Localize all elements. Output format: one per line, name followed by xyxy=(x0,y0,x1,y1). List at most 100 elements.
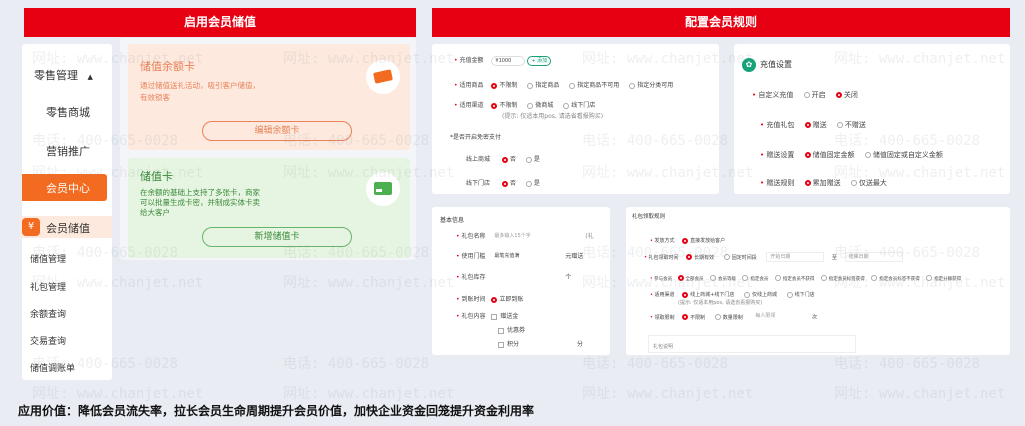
content-option-points[interactable]: 积分 分 xyxy=(498,339,583,350)
menu-item-retail-mall[interactable]: 零售商城 xyxy=(46,104,90,120)
free-pay-label: *是否开启免密支付 xyxy=(450,134,502,141)
section-member-storage[interactable]: ¥ 会员储值 xyxy=(20,216,112,238)
watermark-url: 网址: www.chanjet.net xyxy=(283,386,455,402)
gift-channel-both[interactable]: 线上商城+线下门店 xyxy=(682,291,734,298)
menu-group-label: 零售管理 xyxy=(34,69,78,82)
watermark-phone: 电话: 400-665-0028 xyxy=(582,356,729,372)
watermark-phone: 电话: 400-665-0028 xyxy=(32,245,179,261)
add-amount-button[interactable]: + 添加 xyxy=(527,55,552,66)
amount-row: • 充值金额 ¥1000 + 添加 xyxy=(454,55,552,66)
watermark-url: 网址: www.chanjet.net xyxy=(834,51,1006,67)
watermark-url: 网址: www.chanjet.net xyxy=(32,386,204,402)
watermark-url: 网址: www.chanjet.net xyxy=(283,51,455,67)
points-input[interactable] xyxy=(520,339,575,350)
gift-setting-row: • 赠送设置 储值固定金额 储值固定或自定义金额 xyxy=(760,151,943,159)
custom-row: • 自定义充值 开启 关闭 xyxy=(752,91,858,99)
watermark-url: 网址: www.chanjet.net xyxy=(32,51,204,67)
stored-card-desc: 在余额的基础上支持了多张卡，商家 可以批量生成卡密，并制成实体卡卖 给大客户 xyxy=(140,188,260,217)
gift-rules-title: 礼包领取规则 xyxy=(632,214,666,220)
gift-option-give[interactable]: 赠送 xyxy=(804,121,827,129)
sub-item-transaction-query[interactable]: 交易查询 xyxy=(30,334,66,347)
watermark-url: 网址: www.chanjet.net xyxy=(834,275,1006,291)
watermark-url: 网址: www.chanjet.net xyxy=(283,275,455,291)
goods-row: • 适用商品 不限制 指定商品 指定商品不可用 指定分类可用 xyxy=(454,82,674,89)
start-date-input[interactable]: 开始日期 xyxy=(766,252,825,262)
watermark-phone: 电话: 400-665-0028 xyxy=(582,245,729,261)
gift-channel-online[interactable]: 仅线上商城 xyxy=(743,291,777,298)
online-row: 线上商城 否 是 xyxy=(466,156,540,163)
member-option-excluded[interactable]: 指定会员不获得 xyxy=(774,275,814,282)
channel-option-store[interactable]: 线下门店 xyxy=(563,102,595,109)
channel-tip: (提示: 仅适本用pos, 请选省看报购买) xyxy=(502,113,604,120)
offline-option-no[interactable]: 否 xyxy=(501,180,516,187)
watermark-url: 网址: www.chanjet.net xyxy=(283,165,455,181)
gift-name-input[interactable]: 最多输入15个字 xyxy=(491,231,584,242)
watermark-url: 网址: www.chanjet.net xyxy=(582,275,754,291)
menu-item-label: 会员中心 xyxy=(46,182,90,195)
name-row: • 礼包名称 最多输入15个字 (礼 xyxy=(456,231,594,242)
goods-option-category[interactable]: 指定分类可用 xyxy=(629,82,673,89)
limit-input[interactable]: 每人限领 xyxy=(752,312,811,322)
watermark-url: 网址: www.chanjet.net xyxy=(32,275,204,291)
menu-group-retail[interactable]: 零售管理 ▲ xyxy=(34,67,93,83)
amount-chip[interactable]: ¥1000 xyxy=(491,55,526,66)
watermark-url: 网址: www.chanjet.net xyxy=(582,51,754,67)
channel-option-mall[interactable]: 微商城 xyxy=(527,102,553,109)
watermark-phone: 电话: 400-665-0028 xyxy=(283,245,430,261)
sub-item-balance-query[interactable]: 余额查询 xyxy=(30,307,66,320)
watermark-phone: 电话: 400-665-0028 xyxy=(32,356,179,372)
gift-desc-textarea[interactable]: 礼包说明 xyxy=(648,335,856,353)
watermark-phone: 电话: 400-665-0028 xyxy=(834,245,981,261)
custom-option-on[interactable]: 开启 xyxy=(803,91,826,99)
content-option-cash[interactable]: 赠送金 xyxy=(491,313,518,320)
watermark-url: 网址: www.chanjet.net xyxy=(582,165,754,181)
gift-option-none[interactable]: 不赠送 xyxy=(836,121,866,129)
goods-option-excluded[interactable]: 指定商品不可用 xyxy=(569,82,619,89)
stock-input[interactable] xyxy=(491,272,564,283)
limit-option-qty[interactable]: 数量限制 xyxy=(714,314,743,321)
watermark-url: 网址: www.chanjet.net xyxy=(834,386,1006,402)
watermark-phone: 电话: 400-665-0028 xyxy=(32,133,179,149)
threshold-row: • 使用门槛 最笔充值满 元赠送 xyxy=(456,251,584,262)
limit-row: • 领取限制 不限制 数量限制 每人限领 次 xyxy=(650,312,817,322)
banner-left: 启用会员储值 xyxy=(24,8,416,37)
stock-row: • 礼包库存 个 xyxy=(456,272,572,283)
channel-option-unlimited[interactable]: 不限制 xyxy=(491,102,517,109)
banner-right: 配置会员规则 xyxy=(432,8,1010,37)
content-option-coupon[interactable]: 优惠券 xyxy=(498,325,525,334)
threshold-input[interactable]: 最笔充值满 xyxy=(491,251,564,262)
arrive-row: • 到账时间 立即到账 xyxy=(456,296,524,303)
caret-up-icon: ▲ xyxy=(87,73,93,81)
custom-option-off[interactable]: 关闭 xyxy=(835,91,858,99)
basic-info-title: 基本信息 xyxy=(440,217,465,224)
gift-channel-offline[interactable]: 线下门店 xyxy=(786,291,815,298)
limit-option-none[interactable]: 不限制 xyxy=(682,314,705,321)
content-row: • 礼包内容 赠送金 xyxy=(456,313,519,320)
online-option-yes[interactable]: 是 xyxy=(525,156,540,163)
watermark-url: 网址: www.chanjet.net xyxy=(582,386,754,402)
watermark-phone: 电话: 400-665-0028 xyxy=(283,133,430,149)
sidebar: 零售管理 ▲ 零售商城 营销推广 会员中心 ¥ 会员储值 储值管理 礼包管理 余… xyxy=(20,44,112,380)
settings-title: 充值设置 xyxy=(760,60,792,69)
goods-option-specified[interactable]: 指定商品 xyxy=(527,82,559,89)
offline-row: 线下门店 否 是 xyxy=(466,180,540,187)
goods-option-unlimited[interactable]: 不限制 xyxy=(491,82,517,89)
member-storage-icon: ¥ xyxy=(22,218,40,236)
gift-setting-custom[interactable]: 储值固定或自定义金额 xyxy=(864,151,943,159)
value-statement: 应用价值：降低会员流失率，拉长会员生命周期提升会员价值，加快企业资金回笼提升资金… xyxy=(18,404,535,418)
valid-option-period[interactable]: 固定时间段 xyxy=(723,254,757,261)
gift-setting-fixed[interactable]: 储值固定金额 xyxy=(804,151,855,159)
arrive-option-instant[interactable]: 立即到账 xyxy=(491,296,523,303)
gift-channel-tip: (提示: 仅适本用pos, 请选省看报购买) xyxy=(678,300,763,306)
online-option-no[interactable]: 否 xyxy=(501,156,516,163)
section-label: 会员储值 xyxy=(46,222,90,235)
balance-card-desc: 通过储值送礼活动，吸引客户储值， 有效锁客 xyxy=(140,81,260,102)
watermark-url: 网址: www.chanjet.net xyxy=(834,165,1006,181)
offline-option-yes[interactable]: 是 xyxy=(525,180,540,187)
channel-row: • 适用渠道 不限制 微商城 线下门店 xyxy=(454,102,596,109)
watermark-phone: 电话: 400-665-0028 xyxy=(582,133,729,149)
watermark-phone: 电话: 400-665-0028 xyxy=(834,133,981,149)
watermark-phone: 电话: 400-665-0028 xyxy=(283,356,430,372)
gift-channel-row: • 适用渠道 线上商城+线下门店 仅线上商城 线下门店 xyxy=(650,291,815,298)
watermark-phone: 电话: 400-665-0028 xyxy=(834,356,981,372)
